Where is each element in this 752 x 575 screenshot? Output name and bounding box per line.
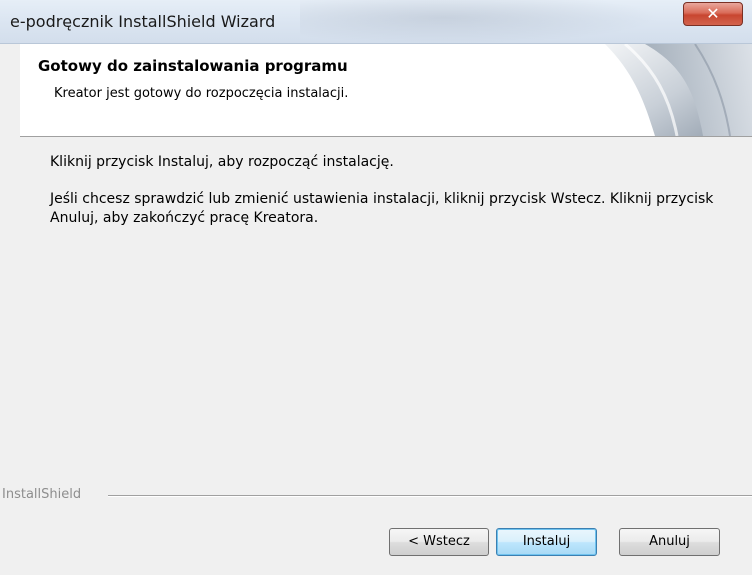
page-curl-icon	[605, 44, 752, 136]
close-icon: ✕	[706, 4, 720, 23]
cancel-button[interactable]: Anuluj	[619, 528, 720, 556]
wizard-content: Kliknij przycisk Instaluj, aby rozpocząć…	[0, 138, 752, 493]
instruction-text: Kliknij przycisk Instaluj, aby rozpocząć…	[50, 154, 394, 170]
info-text: Jeśli chcesz sprawdzić lub zmienić ustaw…	[50, 191, 714, 226]
install-button[interactable]: Instaluj	[496, 528, 597, 556]
brand-separator: InstallShield	[0, 485, 752, 505]
back-button[interactable]: < Wstecz	[389, 528, 489, 556]
install-button-label: Instaluj	[522, 534, 571, 549]
title-bar[interactable]: e-podręcznik InstallShield Wizard ✕	[0, 0, 752, 44]
window-title: e-podręcznik InstallShield Wizard	[10, 12, 276, 31]
title-bar-background	[300, 0, 660, 44]
page-subtitle: Kreator jest gotowy do rozpoczęcia insta…	[54, 86, 349, 101]
header-side-strip	[0, 44, 20, 137]
page-title: Gotowy do zainstalowania programu	[38, 57, 348, 75]
installer-window: e-podręcznik InstallShield Wizard ✕ Goto…	[0, 0, 752, 575]
close-button[interactable]: ✕	[683, 2, 743, 26]
wizard-header: Gotowy do zainstalowania programu Kreato…	[20, 44, 752, 137]
installshield-brand-label: InstallShield	[2, 487, 82, 502]
separator-line	[108, 495, 752, 497]
